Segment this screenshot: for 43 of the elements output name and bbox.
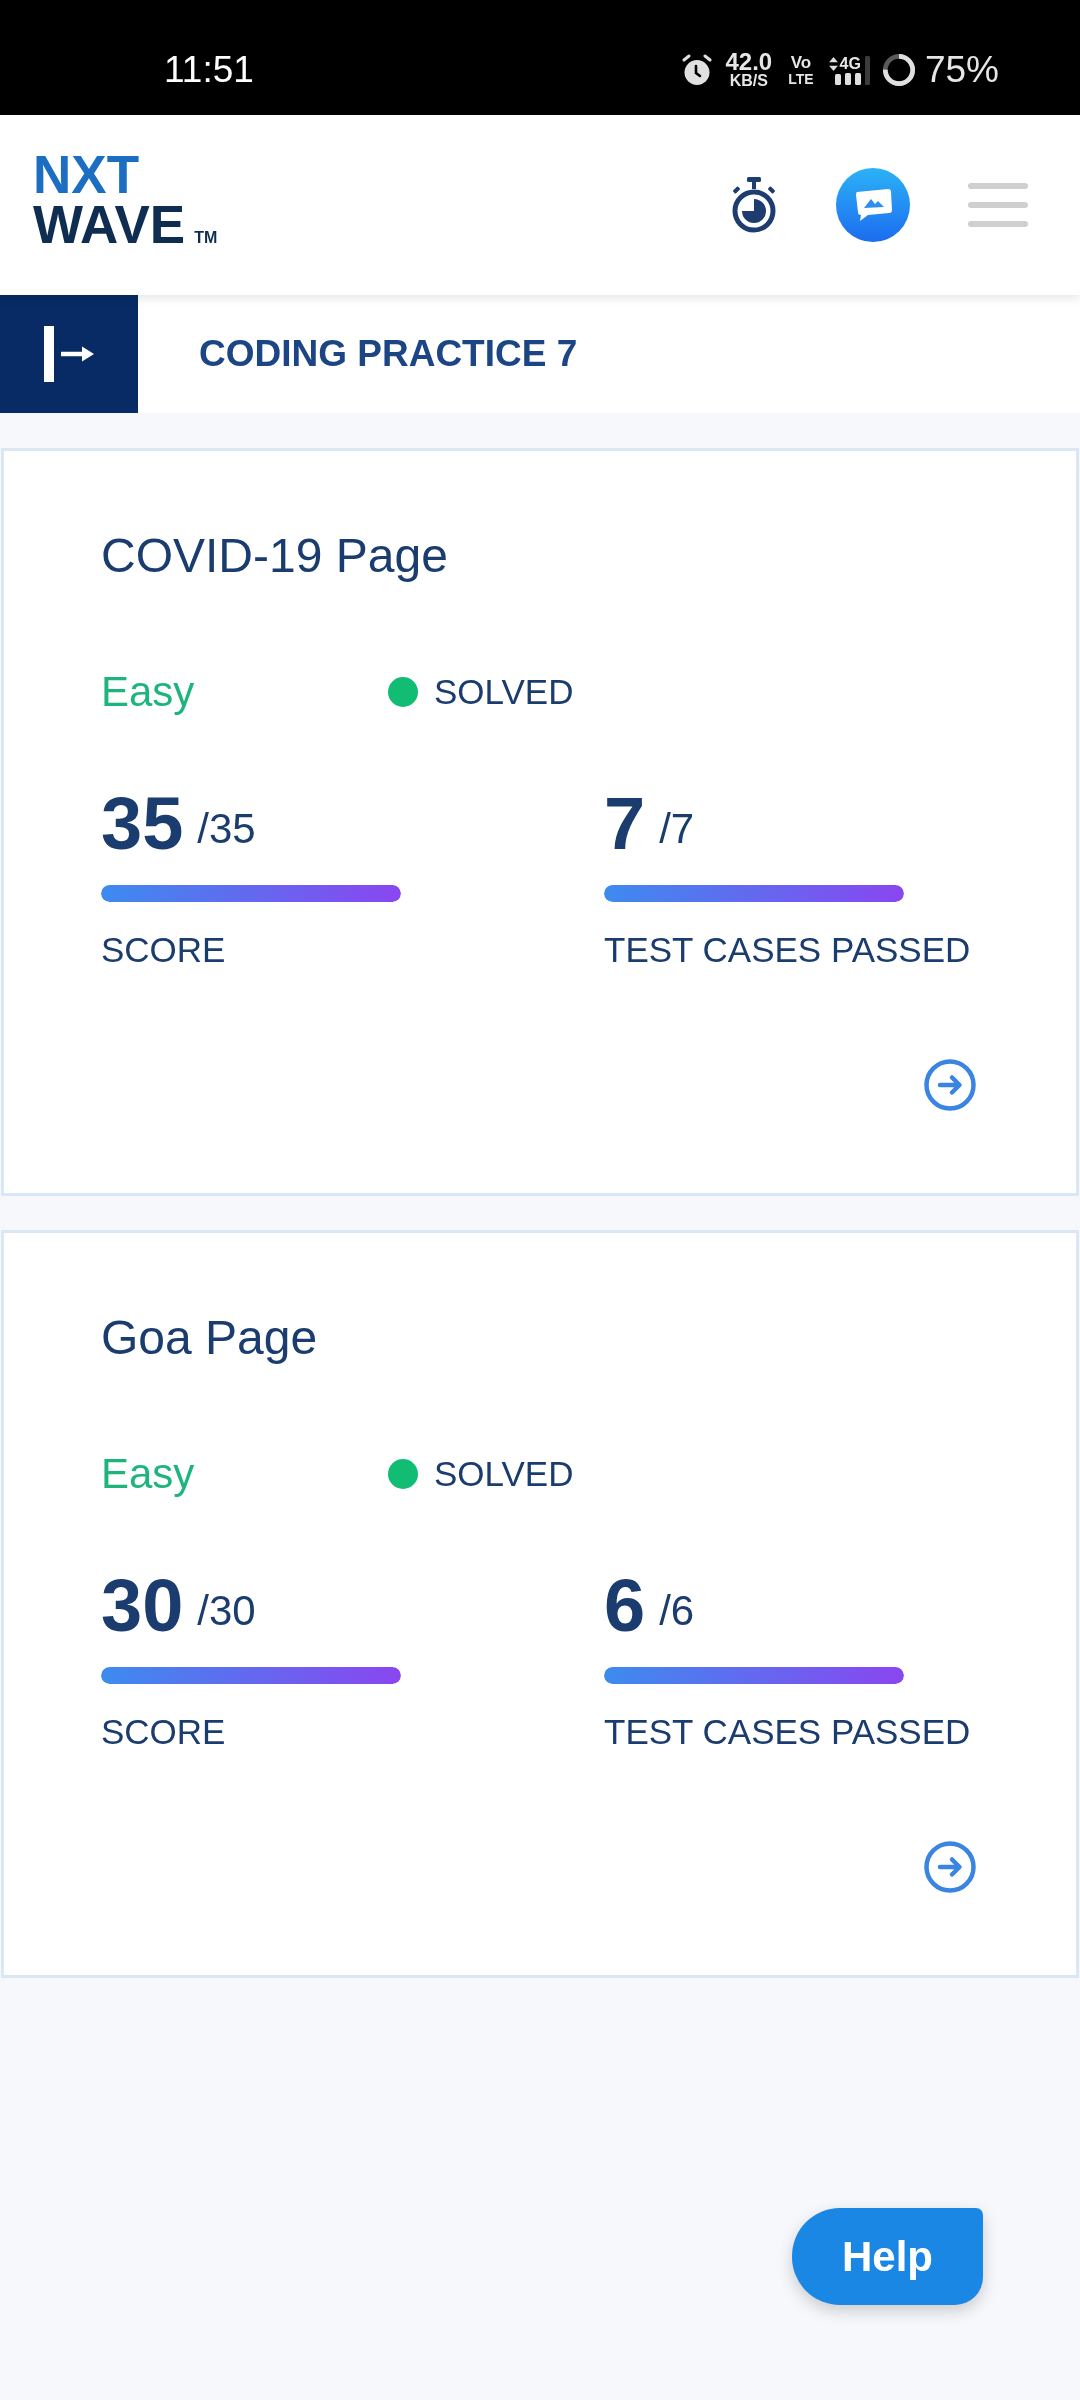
status-label: SOLVED bbox=[434, 1453, 574, 1495]
alarm-clock-icon bbox=[681, 54, 714, 86]
stat-value: 7 bbox=[604, 782, 646, 865]
stat-value: 35 bbox=[101, 782, 184, 865]
stat-label: SCORE bbox=[101, 1711, 227, 1753]
battery-ring-icon bbox=[881, 53, 916, 87]
net-speed-value: 42.0 bbox=[725, 51, 773, 72]
difficulty-label: Easy bbox=[101, 667, 196, 717]
help-button[interactable]: Help bbox=[792, 2208, 983, 2305]
status-label: SOLVED bbox=[434, 671, 574, 713]
status-time: 11:51 bbox=[164, 50, 254, 90]
status-dot-icon bbox=[388, 677, 418, 707]
data-arrows-icon bbox=[828, 56, 838, 71]
stat-label: TEST CASES PASSED bbox=[604, 929, 972, 971]
stat-value: 30 bbox=[101, 1564, 184, 1647]
stat-label: TEST CASES PASSED bbox=[604, 1711, 972, 1753]
battery-percent: 75% bbox=[924, 50, 999, 90]
trademark-text: TM bbox=[194, 229, 218, 247]
volte-top-text: Vo bbox=[790, 53, 812, 71]
stat-total: /35 bbox=[197, 805, 256, 852]
stat-total: /6 bbox=[659, 1587, 695, 1634]
volte-bottom-text: LTE bbox=[788, 70, 814, 87]
practice-title: CODING PRACTICE 7 bbox=[199, 333, 578, 375]
stat-total: /7 bbox=[659, 805, 695, 852]
stopwatch-icon[interactable] bbox=[730, 177, 778, 233]
difficulty-label: Easy bbox=[101, 1449, 196, 1499]
logo-bottom-text: WAVE bbox=[33, 200, 186, 250]
arrow-circle-icon[interactable] bbox=[924, 1059, 976, 1111]
problem-title: COVID-19 Page bbox=[101, 528, 449, 584]
stat-label: SCORE bbox=[101, 929, 227, 971]
signal-bar-icon bbox=[864, 55, 870, 85]
logo-top-text: NXT bbox=[33, 150, 140, 200]
net-speed-unit: KB/S bbox=[729, 71, 768, 89]
stat-total: /30 bbox=[197, 1587, 256, 1634]
status-dot-icon bbox=[388, 1459, 418, 1489]
signal-bars-icon bbox=[834, 72, 861, 85]
arrow-circle-icon[interactable] bbox=[924, 1841, 976, 1893]
chat-icon[interactable] bbox=[836, 168, 910, 242]
network-type-text: 4G bbox=[839, 55, 861, 72]
sidebar-toggle-button[interactable] bbox=[0, 295, 138, 413]
problem-title: Goa Page bbox=[101, 1310, 319, 1366]
bar-arrow-icon bbox=[44, 326, 94, 382]
stat-value: 6 bbox=[604, 1564, 646, 1647]
